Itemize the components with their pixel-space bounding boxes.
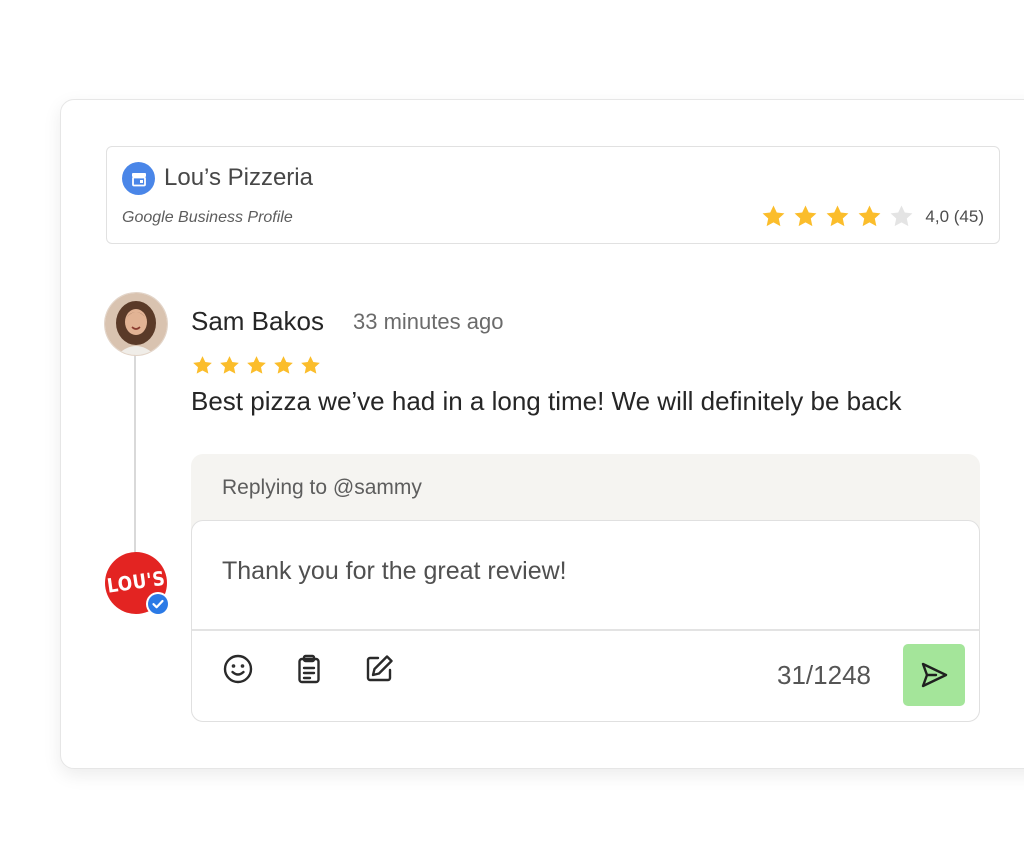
star-empty-icon <box>890 205 913 227</box>
clipboard-icon[interactable] <box>285 645 333 693</box>
star-filled-icon <box>858 205 881 227</box>
toolbar-divider <box>192 629 979 631</box>
send-icon <box>921 662 948 688</box>
star-filled-icon <box>247 356 266 374</box>
verified-badge-icon <box>146 592 170 616</box>
replying-to-label: Replying to @sammy <box>222 476 422 499</box>
business-rating: 4,0 (45) <box>760 203 984 230</box>
thread-connector <box>134 350 136 555</box>
review-timestamp: 33 minutes ago <box>353 309 504 334</box>
reply-editor: Thank you for the great review! 31/1248 <box>191 520 980 722</box>
star-filled-icon <box>762 205 785 227</box>
emoji-icon[interactable] <box>214 645 262 693</box>
star-filled-icon <box>826 205 849 227</box>
send-button[interactable] <box>903 644 965 706</box>
star-filled-icon <box>794 205 817 227</box>
storefront-icon <box>122 162 155 195</box>
reply-composer: Replying to @sammy Thank you for the gre… <box>191 454 980 722</box>
edit-icon[interactable] <box>355 645 403 693</box>
rating-summary: 4,0 (45) <box>925 206 984 226</box>
business-stars <box>760 203 915 230</box>
star-filled-icon <box>220 356 239 374</box>
reply-input[interactable]: Thank you for the great review! <box>222 557 567 586</box>
review-stars <box>191 354 322 377</box>
business-profile-header: Lou’s Pizzeria Google Business Profile 4… <box>106 146 1000 244</box>
review-text: Best pizza we’ve had in a long time! We … <box>191 386 902 416</box>
star-filled-icon <box>301 356 320 374</box>
business-source: Google Business Profile <box>122 209 293 226</box>
star-filled-icon <box>274 356 293 374</box>
avatar <box>105 293 167 355</box>
business-name: Lou’s Pizzeria <box>164 164 313 191</box>
character-counter: 31/1248 <box>777 660 871 690</box>
reviewer-name[interactable]: Sam Bakos <box>191 306 324 337</box>
star-filled-icon <box>193 356 212 374</box>
